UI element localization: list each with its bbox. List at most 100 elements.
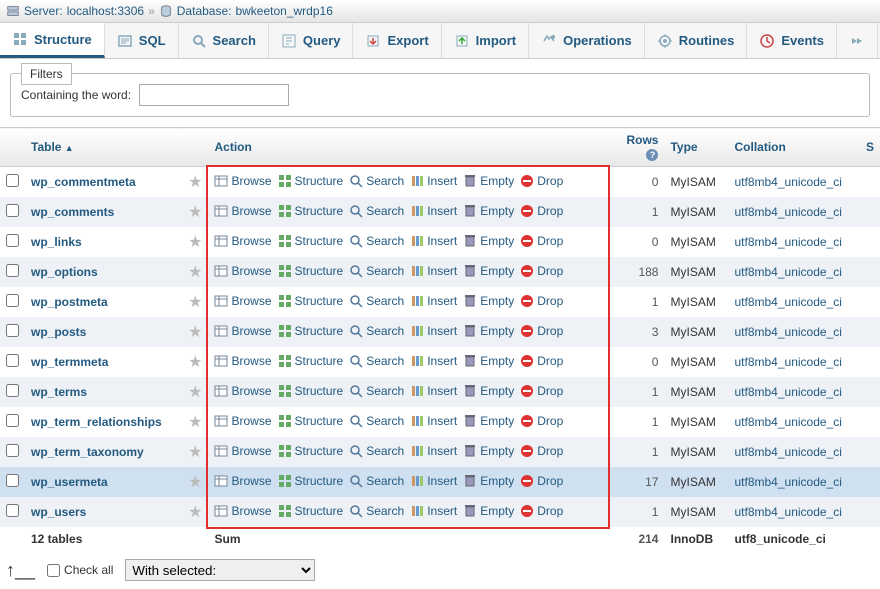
- containing-word-input[interactable]: [139, 84, 289, 106]
- collation-value[interactable]: utf8mb4_unicode_ci: [734, 295, 841, 309]
- collation-value[interactable]: utf8mb4_unicode_ci: [734, 505, 841, 519]
- favorite-star-icon[interactable]: ★: [188, 204, 202, 221]
- action-structure[interactable]: Structure: [278, 294, 344, 308]
- tab-more[interactable]: [837, 23, 878, 58]
- tab-events[interactable]: Events: [747, 23, 837, 58]
- collation-value[interactable]: utf8mb4_unicode_ci: [734, 235, 841, 249]
- table-name-link[interactable]: wp_postmeta: [31, 295, 108, 309]
- action-insert[interactable]: Insert: [410, 354, 457, 368]
- col-size[interactable]: S: [860, 128, 880, 167]
- action-search[interactable]: Search: [349, 294, 404, 308]
- action-drop[interactable]: Drop: [520, 174, 563, 188]
- action-structure[interactable]: Structure: [278, 324, 344, 338]
- tab-routines[interactable]: Routines: [645, 23, 748, 58]
- action-drop[interactable]: Drop: [520, 324, 563, 338]
- action-search[interactable]: Search: [349, 204, 404, 218]
- action-search[interactable]: Search: [349, 414, 404, 428]
- check-all-checkbox[interactable]: [47, 564, 60, 577]
- row-checkbox[interactable]: [6, 294, 19, 307]
- database-link[interactable]: bwkeeton_wrdp16: [235, 4, 332, 18]
- action-insert[interactable]: Insert: [410, 324, 457, 338]
- action-insert[interactable]: Insert: [410, 264, 457, 278]
- favorite-star-icon[interactable]: ★: [188, 174, 202, 191]
- action-empty[interactable]: Empty: [463, 264, 514, 278]
- row-checkbox[interactable]: [6, 504, 19, 517]
- tab-search[interactable]: Search: [179, 23, 269, 58]
- favorite-star-icon[interactable]: ★: [188, 234, 202, 251]
- action-browse[interactable]: Browse: [214, 234, 271, 248]
- row-checkbox[interactable]: [6, 474, 19, 487]
- action-empty[interactable]: Empty: [463, 324, 514, 338]
- table-name-link[interactable]: wp_commentmeta: [31, 175, 136, 189]
- server-link[interactable]: localhost:3306: [67, 4, 144, 18]
- action-search[interactable]: Search: [349, 324, 404, 338]
- action-insert[interactable]: Insert: [410, 294, 457, 308]
- action-drop[interactable]: Drop: [520, 474, 563, 488]
- collation-value[interactable]: utf8mb4_unicode_ci: [734, 265, 841, 279]
- action-empty[interactable]: Empty: [463, 444, 514, 458]
- action-structure[interactable]: Structure: [278, 264, 344, 278]
- action-search[interactable]: Search: [349, 234, 404, 248]
- table-name-link[interactable]: wp_term_taxonomy: [31, 445, 144, 459]
- help-icon[interactable]: ?: [646, 149, 658, 161]
- action-empty[interactable]: Empty: [463, 474, 514, 488]
- collation-value[interactable]: utf8mb4_unicode_ci: [734, 325, 841, 339]
- action-browse[interactable]: Browse: [214, 444, 271, 458]
- tab-import[interactable]: Import: [442, 23, 529, 58]
- table-name-link[interactable]: wp_users: [31, 505, 86, 519]
- action-browse[interactable]: Browse: [214, 414, 271, 428]
- action-drop[interactable]: Drop: [520, 414, 563, 428]
- collation-value[interactable]: utf8mb4_unicode_ci: [734, 175, 841, 189]
- table-name-link[interactable]: wp_term_relationships: [31, 415, 162, 429]
- row-checkbox[interactable]: [6, 264, 19, 277]
- favorite-star-icon[interactable]: ★: [188, 354, 202, 371]
- action-empty[interactable]: Empty: [463, 234, 514, 248]
- action-empty[interactable]: Empty: [463, 354, 514, 368]
- table-name-link[interactable]: wp_links: [31, 235, 82, 249]
- favorite-star-icon[interactable]: ★: [188, 474, 202, 491]
- action-browse[interactable]: Browse: [214, 174, 271, 188]
- row-checkbox[interactable]: [6, 444, 19, 457]
- action-browse[interactable]: Browse: [214, 384, 271, 398]
- action-structure[interactable]: Structure: [278, 234, 344, 248]
- action-drop[interactable]: Drop: [520, 354, 563, 368]
- row-checkbox[interactable]: [6, 354, 19, 367]
- action-drop[interactable]: Drop: [520, 204, 563, 218]
- collation-value[interactable]: utf8mb4_unicode_ci: [734, 205, 841, 219]
- tab-sql[interactable]: SQL: [105, 23, 179, 58]
- favorite-star-icon[interactable]: ★: [188, 444, 202, 461]
- row-checkbox[interactable]: [6, 384, 19, 397]
- action-structure[interactable]: Structure: [278, 414, 344, 428]
- action-insert[interactable]: Insert: [410, 504, 457, 518]
- tab-query[interactable]: Query: [269, 23, 354, 58]
- action-empty[interactable]: Empty: [463, 294, 514, 308]
- favorite-star-icon[interactable]: ★: [188, 414, 202, 431]
- action-empty[interactable]: Empty: [463, 414, 514, 428]
- action-insert[interactable]: Insert: [410, 174, 457, 188]
- favorite-star-icon[interactable]: ★: [188, 504, 202, 521]
- action-drop[interactable]: Drop: [520, 264, 563, 278]
- favorite-star-icon[interactable]: ★: [188, 324, 202, 341]
- action-drop[interactable]: Drop: [520, 294, 563, 308]
- action-search[interactable]: Search: [349, 504, 404, 518]
- action-browse[interactable]: Browse: [214, 204, 271, 218]
- tab-export[interactable]: Export: [353, 23, 441, 58]
- tab-operations[interactable]: Operations: [529, 23, 645, 58]
- action-insert[interactable]: Insert: [410, 234, 457, 248]
- action-empty[interactable]: Empty: [463, 174, 514, 188]
- action-structure[interactable]: Structure: [278, 384, 344, 398]
- action-search[interactable]: Search: [349, 474, 404, 488]
- action-structure[interactable]: Structure: [278, 204, 344, 218]
- tab-structure[interactable]: Structure: [0, 23, 105, 58]
- action-search[interactable]: Search: [349, 384, 404, 398]
- action-browse[interactable]: Browse: [214, 324, 271, 338]
- row-checkbox[interactable]: [6, 414, 19, 427]
- action-search[interactable]: Search: [349, 444, 404, 458]
- action-structure[interactable]: Structure: [278, 474, 344, 488]
- table-name-link[interactable]: wp_usermeta: [31, 475, 108, 489]
- col-type[interactable]: Type: [664, 128, 728, 167]
- with-selected-dropdown[interactable]: With selected:: [125, 559, 315, 581]
- action-search[interactable]: Search: [349, 354, 404, 368]
- collation-value[interactable]: utf8mb4_unicode_ci: [734, 385, 841, 399]
- action-empty[interactable]: Empty: [463, 504, 514, 518]
